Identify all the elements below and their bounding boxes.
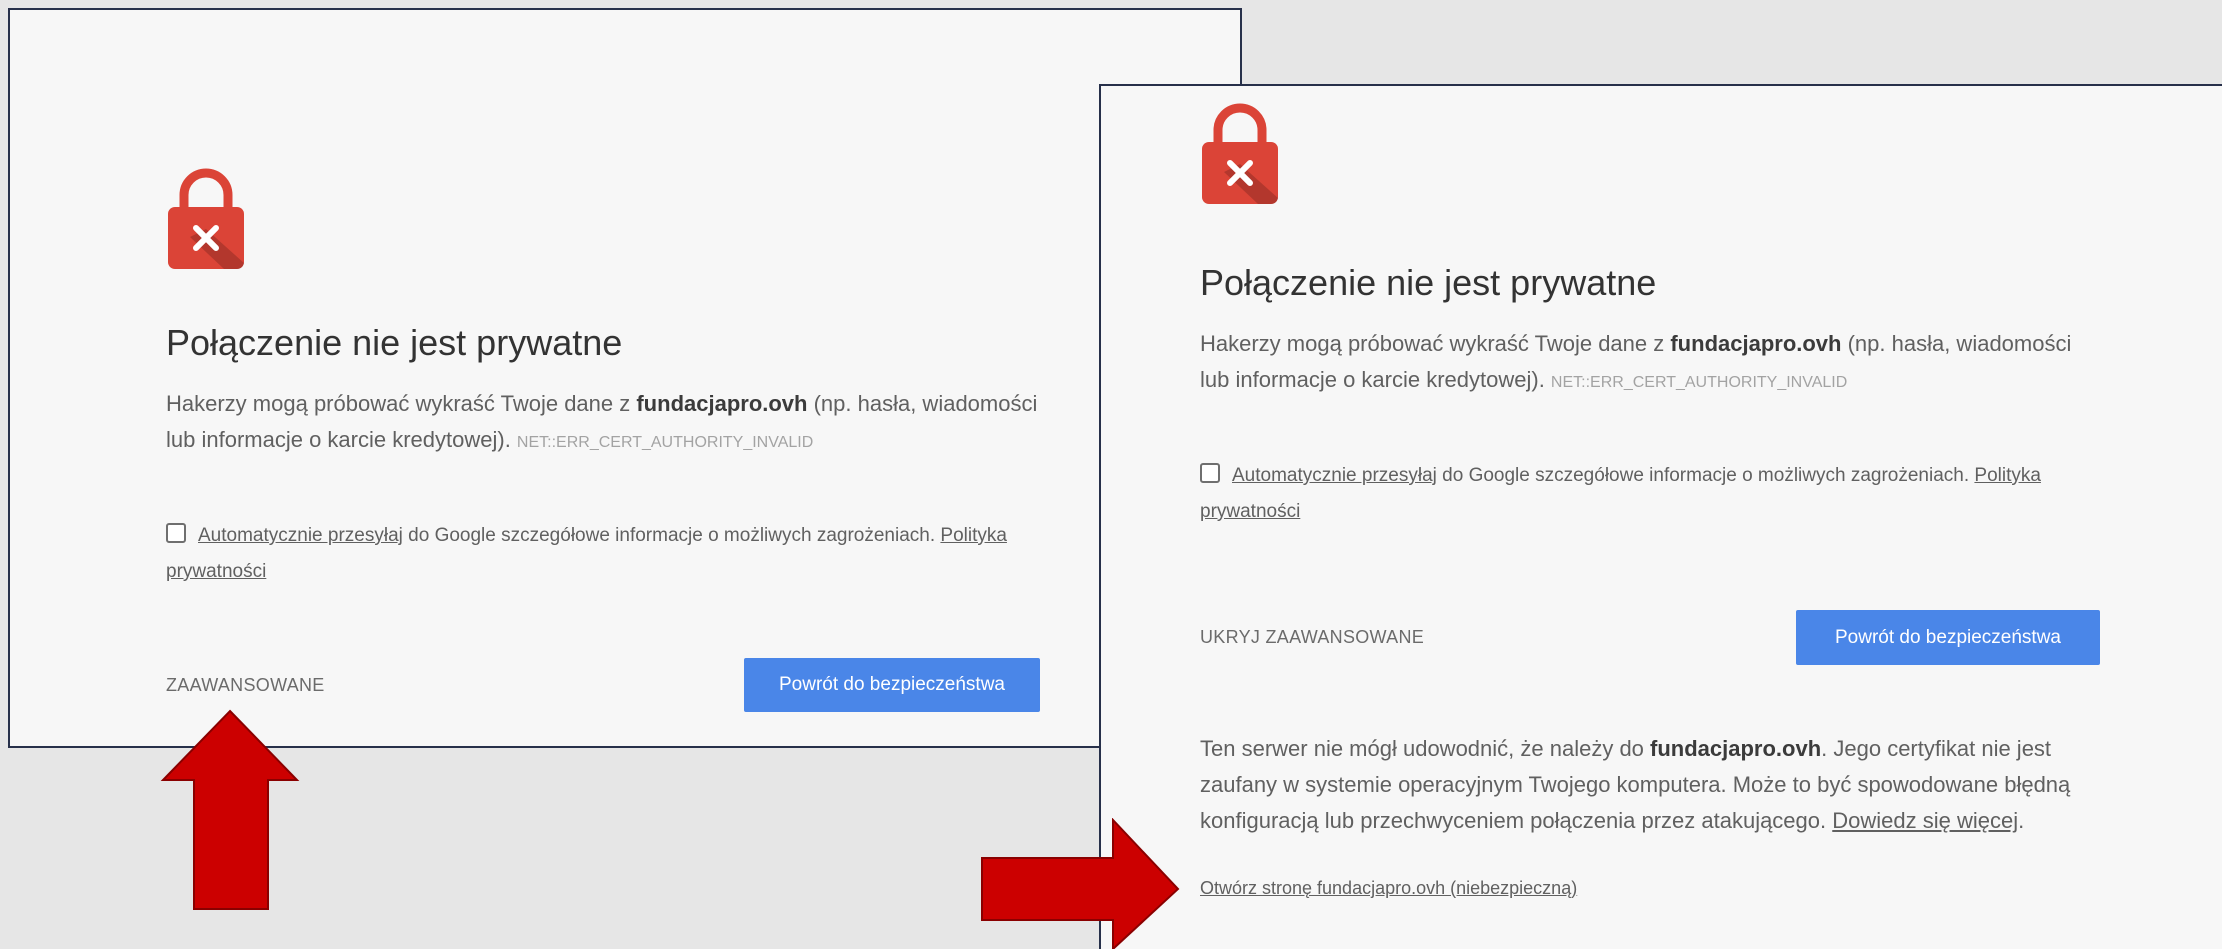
back-to-safety-button[interactable]: Powrót do bezpieczeństwa	[744, 658, 1040, 712]
page-title: Połączenie nie jest prywatne	[166, 322, 623, 363]
lock-error-icon	[1200, 102, 1280, 206]
back-to-safety-button[interactable]: Powrót do bezpieczeństwa	[1796, 610, 2100, 665]
warning-page-collapsed: Połączenie nie jest prywatne Hakerzy mog…	[8, 8, 1242, 748]
checkbox-icon[interactable]	[1200, 463, 1220, 483]
page-title: Połączenie nie jest prywatne	[1200, 262, 1657, 303]
advanced-button[interactable]: ZAAWANSOWANE	[166, 675, 325, 696]
checkbox-icon[interactable]	[166, 523, 186, 543]
error-code: NET::ERR_CERT_AUTHORITY_INVALID	[516, 434, 814, 451]
domain-name: fundacjapro.ovh	[636, 391, 808, 416]
lock-error-icon	[166, 167, 246, 271]
extended-reporting: Automatycznie przesyłaj do Google szczeg…	[1200, 463, 2041, 522]
arrow-up-icon	[160, 709, 300, 910]
domain-name: fundacjapro.ovh	[1670, 331, 1842, 356]
warning-description: Hakerzy mogą próbować wykraść Twoje dane…	[166, 391, 1038, 452]
warning-description: Hakerzy mogą próbować wykraść Twoje dane…	[1200, 331, 2072, 392]
domain-name: fundacjapro.ovh	[1650, 736, 1822, 761]
auto-send-link[interactable]: Automatycznie przesyłaj	[1232, 465, 1437, 486]
hide-advanced-button[interactable]: UKRYJ ZAAWANSOWANE	[1200, 627, 1424, 648]
auto-send-link[interactable]: Automatycznie przesyłaj	[198, 525, 403, 546]
learn-more-link[interactable]: Dowiedz się więcej	[1832, 808, 2018, 833]
proceed-unsafe-link[interactable]: Otwórz stronę fundacjapro.ovh (niebezpie…	[1200, 878, 1577, 899]
arrow-right-icon	[981, 818, 1180, 949]
certificate-details: Ten serwer nie mógł udowodnić, że należy…	[1200, 736, 2071, 833]
warning-page-expanded: Połączenie nie jest prywatne Hakerzy mog…	[1099, 84, 2222, 949]
error-code: NET::ERR_CERT_AUTHORITY_INVALID	[1550, 374, 1848, 391]
extended-reporting: Automatycznie przesyłaj do Google szczeg…	[166, 523, 1007, 582]
